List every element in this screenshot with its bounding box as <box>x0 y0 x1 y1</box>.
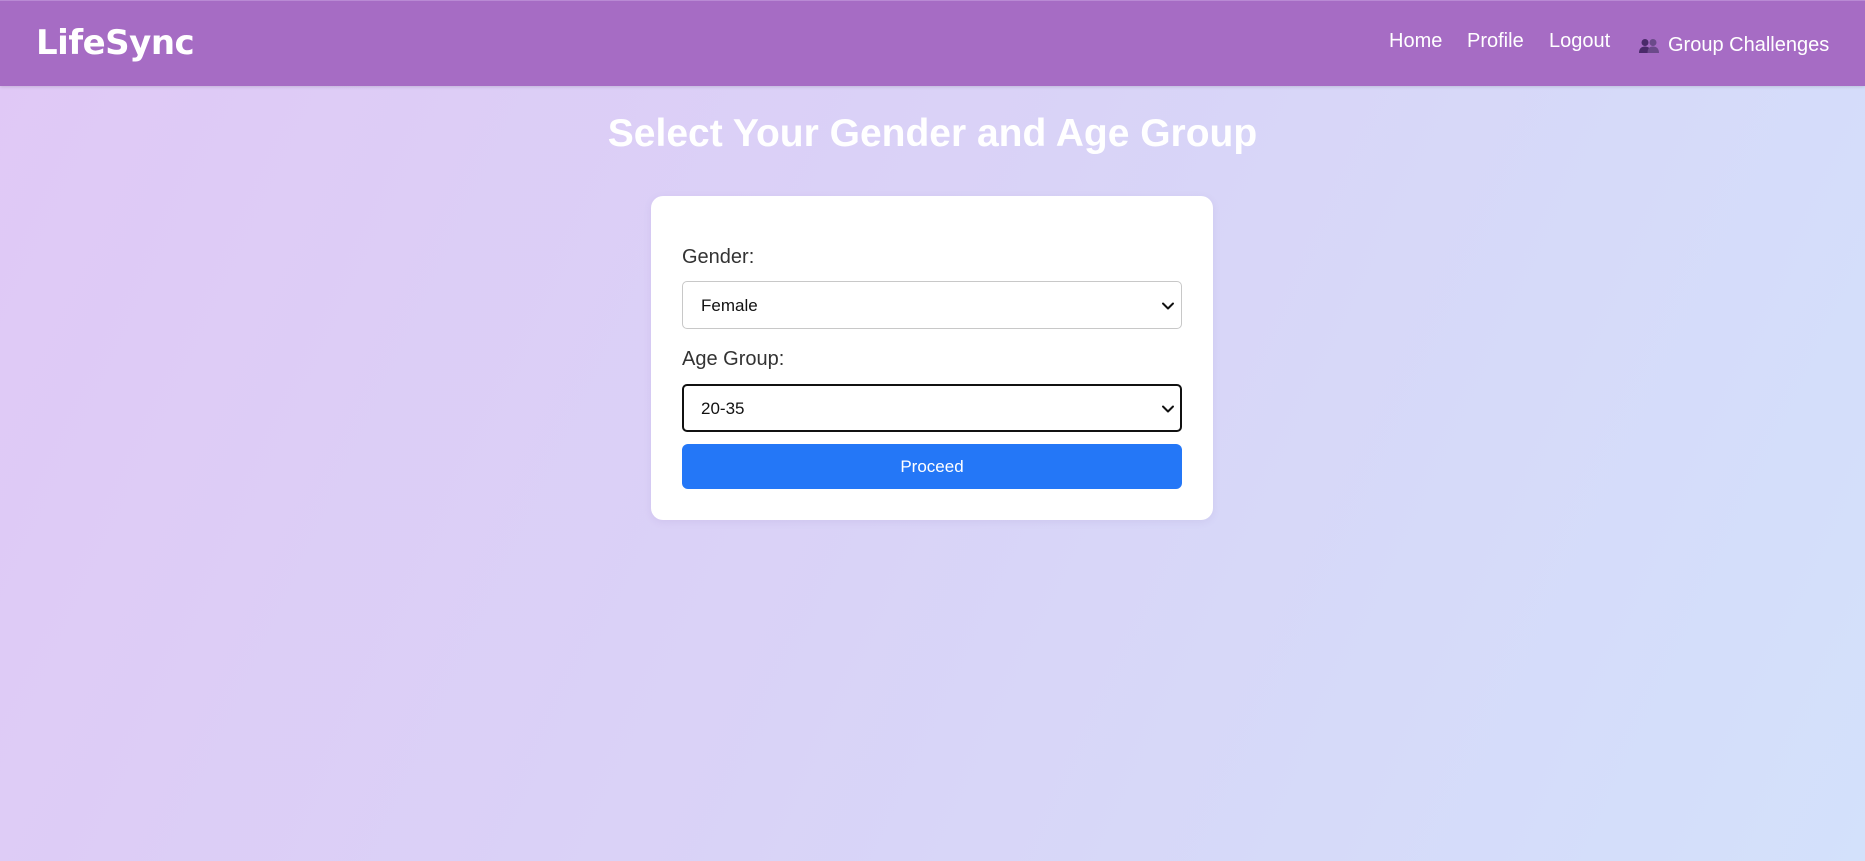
age-group-select[interactable]: 20-35 <box>682 384 1182 432</box>
selection-form-card: Gender: Female Age Group: 20-35 Proceed <box>651 196 1213 520</box>
chevron-down-icon <box>1161 402 1175 421</box>
nav-home-link[interactable]: Home <box>1389 30 1442 53</box>
page-title: Select Your Gender and Age Group <box>607 112 1258 155</box>
age-group-label: Age Group: <box>682 348 785 370</box>
gender-select[interactable]: Female <box>682 281 1182 329</box>
brand-logo[interactable]: LifeSync <box>36 23 195 63</box>
nav-group-challenges-link[interactable]: Group Challenges <box>1638 34 1829 57</box>
age-group-select-value: 20-35 <box>701 399 745 418</box>
gender-label: Gender: <box>682 246 755 268</box>
chevron-down-icon <box>1161 299 1175 318</box>
nav-profile-link[interactable]: Profile <box>1467 30 1524 53</box>
proceed-button[interactable]: Proceed <box>682 444 1182 489</box>
people-icon <box>1638 38 1660 54</box>
nav-group-challenges-label: Group Challenges <box>1668 34 1830 56</box>
gender-select-value: Female <box>701 296 758 315</box>
top-navbar: LifeSync Home Profile Logout Group Chall… <box>0 0 1865 86</box>
nav-logout-link[interactable]: Logout <box>1549 30 1610 53</box>
